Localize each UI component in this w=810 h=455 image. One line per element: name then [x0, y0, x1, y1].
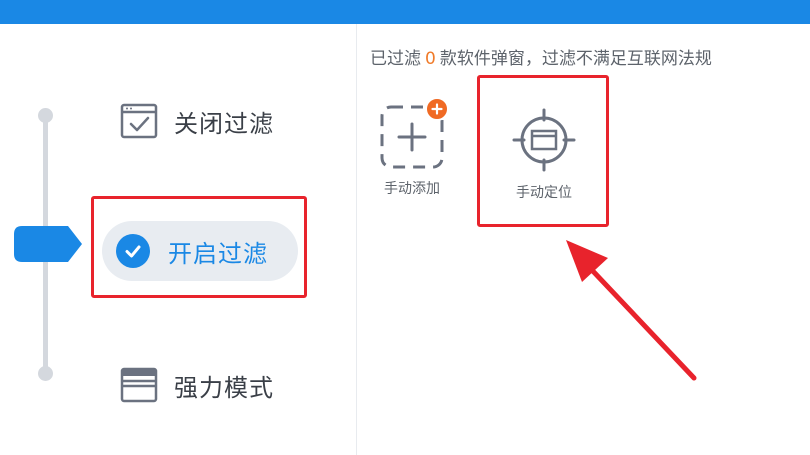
slider-node-bottom[interactable] — [38, 366, 53, 381]
panel-divider — [356, 24, 357, 455]
plus-badge-icon — [425, 97, 449, 121]
mode-label-strong: 强力模式 — [174, 373, 274, 402]
slider-handle[interactable] — [14, 226, 82, 262]
window-stack-icon — [120, 367, 158, 403]
highlight-box-locate — [477, 75, 609, 227]
manual-add-label: 手动添加 — [384, 181, 440, 197]
mode-label-off: 关闭过滤 — [174, 109, 274, 138]
manual-add-button[interactable]: 手动添加 — [372, 97, 452, 198]
mode-strong[interactable]: 强力模式 — [120, 366, 274, 404]
title-bar — [0, 0, 810, 24]
filtered-count: 0 — [425, 49, 436, 68]
checked-window-icon — [120, 103, 158, 139]
mode-close-filter[interactable]: 关闭过滤 — [120, 102, 274, 140]
status-suffix: 款软件弹窗，过滤不满足互联网法规 — [439, 49, 712, 68]
highlight-box-mode — [91, 196, 307, 298]
slider-node-top[interactable] — [38, 108, 53, 123]
status-prefix: 已过滤 — [370, 49, 421, 68]
filter-status-line: 已过滤 0 款软件弹窗，过滤不满足互联网法规 — [370, 44, 810, 68]
red-arrow-icon — [566, 240, 697, 381]
